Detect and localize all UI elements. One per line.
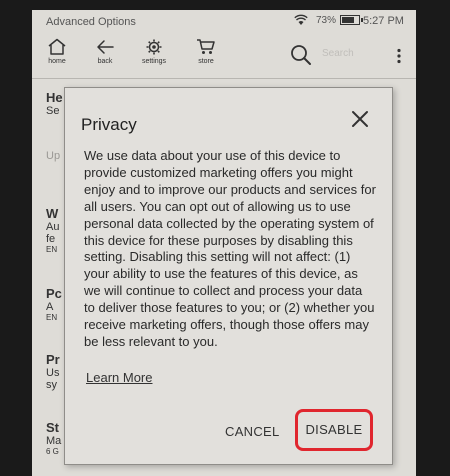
battery-icon <box>340 15 363 25</box>
home-label: home <box>48 58 66 65</box>
settings-label: settings <box>141 58 167 65</box>
close-icon[interactable] <box>349 108 371 130</box>
device-frame: Advanced Options 73% 5:27 PM home back s… <box>0 0 450 476</box>
cancel-button[interactable]: CANCEL <box>225 424 280 439</box>
dialog-title: Privacy <box>81 115 137 134</box>
back-button[interactable]: back <box>83 38 127 74</box>
search-field[interactable]: Search <box>290 42 380 68</box>
search-icon <box>291 45 311 65</box>
privacy-dialog: Privacy We use data about your use of th… <box>64 87 393 465</box>
window-title: Advanced Options <box>46 16 136 28</box>
clock: 5:27 PM <box>363 15 404 27</box>
settings-button[interactable]: settings <box>132 38 176 74</box>
gear-icon <box>146 39 162 55</box>
store-label: store <box>198 58 214 65</box>
store-button[interactable]: store <box>184 38 228 74</box>
home-button[interactable]: home <box>35 38 79 74</box>
learn-more-link[interactable]: Learn More <box>86 370 152 385</box>
back-arrow-icon <box>97 40 114 54</box>
more-options-icon[interactable] <box>394 48 404 64</box>
battery-percent: 73% <box>316 15 337 26</box>
status-bar: Advanced Options 73% 5:27 PM <box>32 10 416 34</box>
home-icon <box>48 38 66 55</box>
wifi-icon <box>294 14 308 25</box>
back-label: back <box>97 58 113 65</box>
disable-button[interactable]: DISABLE <box>295 409 373 451</box>
dialog-body: We use data about your use of this devic… <box>84 148 376 349</box>
toolbar: home back settings store Search <box>32 34 416 79</box>
cart-icon <box>197 39 215 54</box>
search-placeholder: Search <box>322 48 354 59</box>
